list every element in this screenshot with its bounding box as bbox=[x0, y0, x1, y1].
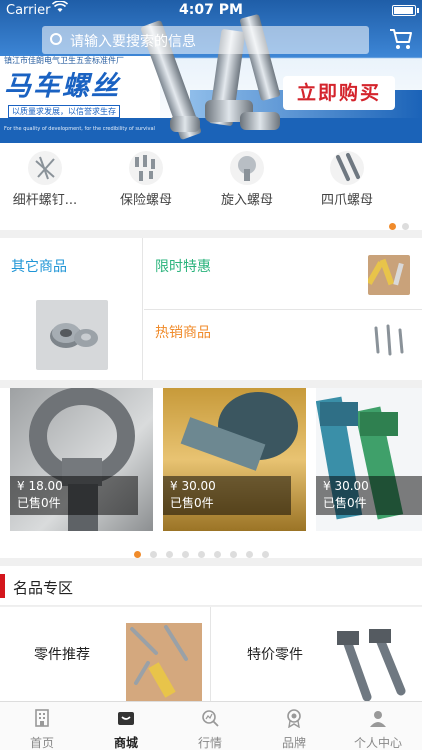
tab-label: 首页 bbox=[29, 736, 54, 750]
category-item[interactable]: 四爪螺母 bbox=[297, 151, 397, 208]
battery-icon bbox=[392, 5, 416, 16]
market-icon bbox=[202, 710, 219, 727]
other-goods-card[interactable]: 其它商品 bbox=[0, 238, 143, 380]
wall-plug-image bbox=[366, 255, 410, 295]
search-input[interactable]: 请输入要搜索的信息 bbox=[42, 26, 369, 54]
product-card[interactable]: ¥ 30.00 已售0件 bbox=[316, 388, 422, 531]
pager-dot[interactable] bbox=[198, 551, 205, 558]
pager-dot[interactable] bbox=[246, 551, 253, 558]
tab-store[interactable]: 商城 bbox=[84, 702, 168, 750]
featured-panel: 零件推荐 特价零件 bbox=[0, 607, 422, 702]
nuts-icon bbox=[129, 151, 163, 185]
category-item[interactable]: 细杆螺钉... bbox=[0, 151, 95, 208]
featured-card[interactable]: 特价零件 bbox=[211, 607, 422, 702]
product-price: ¥ 30.00 bbox=[170, 479, 216, 493]
tab-label: 商城 bbox=[113, 736, 138, 750]
product-carousel: ¥ 18.00 已售0件 ¥ 30.00 已售0件 ¥ 30.00 已售0件 bbox=[0, 388, 422, 558]
banner-slogan: 以质量求发展，以信誉求生存 bbox=[8, 105, 120, 118]
category-label: 旋入螺母 bbox=[220, 193, 273, 208]
cart-icon[interactable] bbox=[389, 28, 413, 50]
bolt-head-image bbox=[170, 116, 200, 132]
section-accent-bar bbox=[0, 574, 5, 598]
category-label: 四爪螺母 bbox=[320, 193, 373, 208]
battery-tip bbox=[417, 8, 419, 13]
search-placeholder: 请输入要搜索的信息 bbox=[70, 34, 196, 50]
promo-panel: 其它商品 限时特惠 热销商品 bbox=[0, 238, 422, 380]
other-goods-title: 其它商品 bbox=[11, 259, 67, 275]
featured-label: 特价零件 bbox=[247, 647, 303, 663]
category-item[interactable]: 保险螺母 bbox=[96, 151, 196, 208]
category-row: 细杆螺钉... 保险螺母 旋入螺母 四爪螺母 bbox=[0, 143, 422, 230]
banner-english-line: For the quality of development, for the … bbox=[4, 126, 155, 132]
promo-divider bbox=[144, 309, 422, 310]
pager-dot-active[interactable] bbox=[389, 223, 396, 230]
tab-label: 行情 bbox=[197, 736, 222, 750]
insert-nut-icon bbox=[230, 151, 264, 185]
search-icon bbox=[50, 33, 62, 45]
product-sold: 已售0件 bbox=[17, 496, 61, 510]
product-price: ¥ 30.00 bbox=[323, 479, 369, 493]
product-price-box: ¥ 30.00 已售0件 bbox=[316, 476, 422, 515]
pager-dot[interactable] bbox=[230, 551, 237, 558]
bolts-icon bbox=[330, 151, 364, 185]
parts-image bbox=[126, 623, 202, 701]
section-title: 名品专区 bbox=[13, 579, 74, 597]
tab-home[interactable]: 首页 bbox=[0, 702, 84, 750]
tab-user[interactable]: 个人中心 bbox=[336, 702, 420, 750]
product-card[interactable]: ¥ 30.00 已售0件 bbox=[163, 388, 306, 531]
hero-banner[interactable]: 镇江市佳朗电气卫生五金标准件厂 马车螺丝 以质量求发展，以信誉求生存 For t… bbox=[0, 0, 422, 143]
tab-label: 个人中心 bbox=[353, 736, 402, 750]
category-label: 保险螺母 bbox=[119, 193, 172, 208]
brand-icon bbox=[287, 709, 301, 729]
pager-dot[interactable] bbox=[262, 551, 269, 558]
banner-title: 马车螺丝 bbox=[4, 71, 120, 102]
pager-dot[interactable] bbox=[150, 551, 157, 558]
pager-dot[interactable] bbox=[214, 551, 221, 558]
home-icon bbox=[35, 709, 49, 727]
buy-now-button[interactable]: 立即购买 bbox=[283, 76, 395, 110]
product-sold: 已售0件 bbox=[170, 496, 214, 510]
pager-dot[interactable] bbox=[182, 551, 189, 558]
tab-market[interactable]: 行情 bbox=[168, 702, 252, 750]
category-label: 细杆螺钉... bbox=[12, 193, 78, 208]
product-card[interactable]: ¥ 18.00 已售0件 bbox=[10, 388, 153, 531]
hex-screws-image bbox=[368, 322, 410, 362]
pager-dot[interactable] bbox=[166, 551, 173, 558]
hot-items-title[interactable]: 热销商品 bbox=[155, 322, 211, 342]
user-icon bbox=[370, 711, 386, 727]
screws-icon bbox=[28, 151, 62, 185]
status-bar: Carrier 4:07 PM bbox=[0, 0, 422, 20]
product-price-box: ¥ 30.00 已售0件 bbox=[163, 476, 291, 515]
tab-label: 品牌 bbox=[281, 736, 306, 750]
tab-brand[interactable]: 品牌 bbox=[252, 702, 336, 750]
hex-bolt-pair-image bbox=[331, 627, 411, 702]
limited-offer-title[interactable]: 限时特惠 bbox=[155, 256, 211, 276]
pager-dot[interactable] bbox=[402, 223, 409, 230]
section-header: 名品专区 bbox=[0, 566, 422, 606]
featured-card[interactable]: 零件推荐 bbox=[0, 607, 210, 701]
washer-image bbox=[36, 300, 108, 370]
clock: 4:07 PM bbox=[179, 2, 243, 18]
product-price: ¥ 18.00 bbox=[17, 479, 63, 493]
product-pager bbox=[134, 543, 278, 562]
store-icon bbox=[118, 712, 134, 725]
product-sold: 已售0件 bbox=[323, 496, 367, 510]
pager-dot-active[interactable] bbox=[134, 551, 141, 558]
featured-label: 零件推荐 bbox=[34, 647, 90, 663]
category-pager bbox=[389, 215, 415, 234]
product-price-box: ¥ 18.00 已售0件 bbox=[10, 476, 138, 515]
bolt-head-image bbox=[240, 112, 280, 130]
tab-bar: 首页 商城 行情 品牌 个人中心 bbox=[0, 701, 422, 750]
category-item[interactable]: 旋入螺母 bbox=[197, 151, 297, 208]
